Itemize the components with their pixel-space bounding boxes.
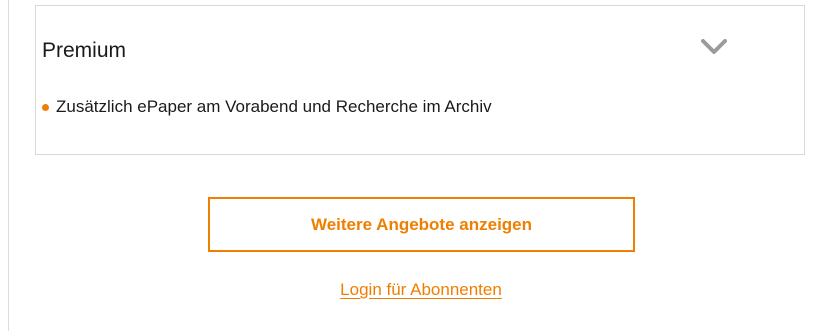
premium-title: Premium: [42, 39, 127, 62]
page: Premium Zusätzlich ePaper am Vorabend un…: [0, 0, 822, 331]
more-offers-button[interactable]: Weitere Angebote anzeigen: [208, 197, 635, 252]
bullet-icon: [42, 103, 49, 111]
premium-card[interactable]: [35, 5, 805, 155]
feature-text: Zusätzlich ePaper am Vorabend und Recher…: [56, 97, 492, 116]
login-link[interactable]: Login für Abonnenten: [0, 278, 822, 302]
chevron-down-icon[interactable]: [700, 38, 728, 56]
feature-item: Zusätzlich ePaper am Vorabend und Recher…: [42, 96, 492, 118]
